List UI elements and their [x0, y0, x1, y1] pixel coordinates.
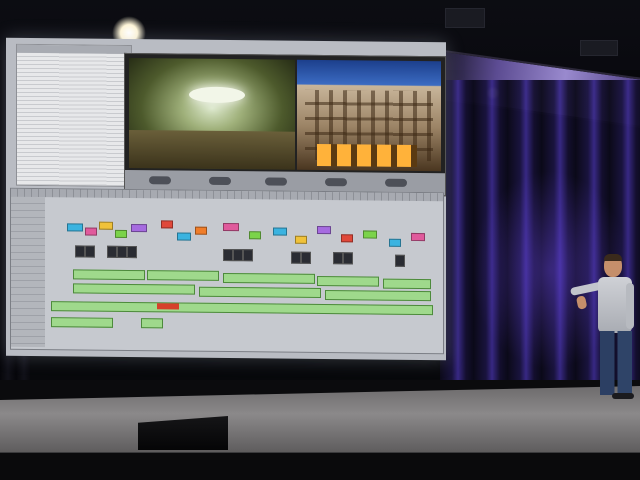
- stage-edge: [0, 452, 640, 480]
- audio-clip: [383, 278, 431, 290]
- timeline-panel: [10, 187, 444, 355]
- projection-screen: [6, 37, 446, 361]
- audio-clip: [73, 269, 145, 281]
- timeline-clip: [67, 223, 83, 232]
- audio-clip: [317, 275, 379, 287]
- video-thumbnail: [243, 249, 253, 262]
- browser-header: [17, 44, 131, 55]
- timeline-clip: [389, 238, 401, 247]
- audio-clip: [199, 286, 321, 298]
- timeline-clip: [223, 222, 239, 232]
- timeline-clip: [317, 225, 331, 235]
- audio-clip-selected: [157, 303, 179, 310]
- timeline-clip: [273, 227, 287, 236]
- timeline-clip: [161, 220, 173, 229]
- transport-button: [265, 177, 287, 186]
- shopfront: [317, 143, 417, 168]
- video-thumbnail: [127, 245, 137, 259]
- presenter-arm: [626, 283, 634, 329]
- viewer-frame-building: [297, 59, 441, 172]
- ceiling-light: [189, 86, 245, 104]
- video-thumbnail: [223, 248, 233, 262]
- viewer-panel: [124, 52, 446, 197]
- video-thumbnail: [117, 245, 127, 258]
- presenter: [560, 254, 640, 405]
- viewer-frame-interior: [129, 57, 295, 170]
- audio-clip: [325, 290, 431, 302]
- timeline-clip: [195, 226, 207, 235]
- transport-button: [385, 178, 407, 187]
- timeline-clip: [85, 227, 97, 236]
- stage-photo: [0, 0, 640, 480]
- timeline-clip: [99, 221, 113, 230]
- audio-clip: [223, 272, 315, 284]
- audio-clip: [51, 317, 113, 328]
- video-thumbnail: [343, 252, 353, 265]
- floor: [129, 129, 295, 170]
- timeline-clip: [363, 230, 377, 239]
- audio-clip: [147, 270, 219, 281]
- video-thumbnail: [85, 245, 95, 258]
- video-thumbnail: [301, 251, 311, 264]
- transport-button: [209, 176, 231, 186]
- audio-clip: [51, 301, 433, 316]
- video-thumbnail: [233, 249, 243, 262]
- video-thumbnail: [291, 251, 301, 264]
- presenter-shoes: [612, 393, 634, 399]
- video-thumbnail: [333, 252, 343, 265]
- presenter-hair: [604, 254, 622, 261]
- presenter-jeans: [600, 331, 632, 395]
- timeline-clip: [249, 231, 261, 240]
- transport-button: [325, 178, 347, 187]
- timeline-clip: [177, 232, 191, 241]
- presenter-hand: [575, 295, 588, 310]
- timeline-clip: [295, 235, 307, 244]
- timeline-clip: [131, 224, 147, 233]
- timeline-clip: [115, 229, 127, 238]
- audio-clip: [73, 283, 195, 295]
- track-headers: [11, 196, 45, 348]
- audio-clip: [141, 318, 163, 329]
- timeline-ruler: [11, 188, 443, 202]
- browser-panel: [16, 43, 132, 188]
- video-thumbnail: [395, 254, 405, 267]
- transport-button: [149, 176, 171, 185]
- video-thumbnail: [107, 245, 117, 258]
- video-thumbnail: [75, 245, 85, 258]
- ceiling-vent: [580, 40, 618, 56]
- timeline-clip: [411, 232, 425, 242]
- ceiling-vent: [445, 8, 485, 28]
- timeline-clip: [341, 234, 353, 243]
